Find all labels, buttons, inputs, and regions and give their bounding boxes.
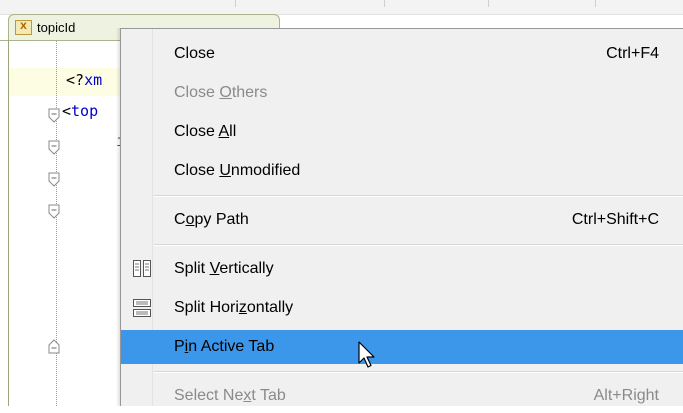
label-part: n Active Tab	[188, 338, 275, 355]
tab-title: topicId	[37, 20, 76, 35]
menu-item-label: Close All	[174, 123, 236, 141]
fold-marker-icon[interactable]	[48, 172, 60, 188]
code-line-1-keyword: xm	[84, 71, 103, 89]
menu-item-label: Select Next Tab	[174, 387, 286, 405]
menu-item-split-vertically[interactable]: Split Vertically	[121, 252, 683, 286]
code-line-2-keyword: top	[71, 102, 99, 120]
xml-file-icon: X	[15, 20, 32, 35]
tab-context-menu: Close Ctrl+F4 Close Others Close All Clo…	[120, 28, 683, 406]
label-part: Select Ne	[174, 387, 244, 404]
menu-item-close[interactable]: Close Ctrl+F4	[121, 37, 683, 71]
split-vertical-icon	[133, 260, 151, 277]
label-part: Close	[174, 123, 219, 140]
code-line-2-prefix: <	[62, 102, 72, 120]
menu-item-label: Pin Active Tab	[174, 338, 274, 356]
menu-separator	[154, 195, 683, 197]
label-part: C	[174, 211, 186, 228]
menu-item-label: Close	[174, 45, 215, 62]
menu-item-select-next-tab[interactable]: Select Next Tab Alt+Right	[121, 379, 683, 413]
menu-item-copy-path[interactable]: Copy Path Ctrl+Shift+C	[121, 203, 683, 237]
label-part: P	[174, 338, 185, 355]
menu-separator	[154, 371, 683, 373]
fold-marker-icon[interactable]	[48, 204, 60, 220]
menu-item-label: Split Horizontally	[174, 299, 293, 317]
label-part: Close	[174, 162, 220, 179]
mnemonic: V	[209, 260, 220, 277]
fold-marker-icon[interactable]	[48, 140, 60, 156]
strip-tick	[235, 0, 236, 7]
menu-item-label: Close Unmodified	[174, 162, 300, 180]
menu-item-pin-active-tab[interactable]: Pin Active Tab	[121, 330, 683, 364]
menu-item-shortcut: Ctrl+F4	[606, 45, 659, 62]
menu-item-label: Close Others	[174, 84, 267, 102]
label-part: t Tab	[251, 387, 286, 404]
menu-item-label: Split Vertically	[174, 260, 274, 278]
mnemonic: A	[218, 123, 230, 140]
split-horizontal-icon	[133, 299, 151, 317]
label-part: ontally	[246, 299, 294, 316]
label-part: py Path	[194, 211, 249, 228]
code-line-1-prefix: <?	[66, 71, 85, 89]
label-part: ertically	[219, 260, 274, 277]
menu-item-shortcut: Alt+Right	[593, 387, 659, 404]
label-part: Close	[174, 84, 220, 101]
strip-tick	[595, 0, 596, 7]
strip-tick	[384, 0, 385, 7]
mouse-pointer-icon	[358, 341, 375, 368]
label-part: thers	[231, 84, 268, 101]
menu-item-label: Copy Path	[174, 211, 249, 229]
menu-item-split-horizontally[interactable]: Split Horizontally	[121, 291, 683, 325]
fold-marker-icon[interactable]	[48, 108, 60, 124]
mnemonic: U	[219, 162, 231, 179]
mnemonic: O	[219, 84, 232, 101]
label-part: Split	[174, 260, 210, 277]
menu-item-shortcut: Ctrl+Shift+C	[571, 211, 659, 228]
label-part: nmodified	[230, 162, 301, 179]
menu-item-close-unmodified[interactable]: Close Unmodified	[121, 154, 683, 188]
strip-tick	[488, 0, 489, 7]
fold-end-marker-icon[interactable]	[48, 338, 60, 354]
code-line-2[interactable]: <top	[62, 102, 98, 120]
label-part: ll	[229, 123, 237, 140]
code-line-1[interactable]: <?xm	[66, 71, 102, 89]
mnemonic: z	[238, 299, 247, 316]
top-strip	[0, 0, 683, 15]
menu-item-close-others[interactable]: Close Others	[121, 76, 683, 110]
label-part: Split Hori	[174, 299, 239, 316]
menu-item-close-all[interactable]: Close All	[121, 115, 683, 149]
menu-separator	[154, 244, 683, 246]
